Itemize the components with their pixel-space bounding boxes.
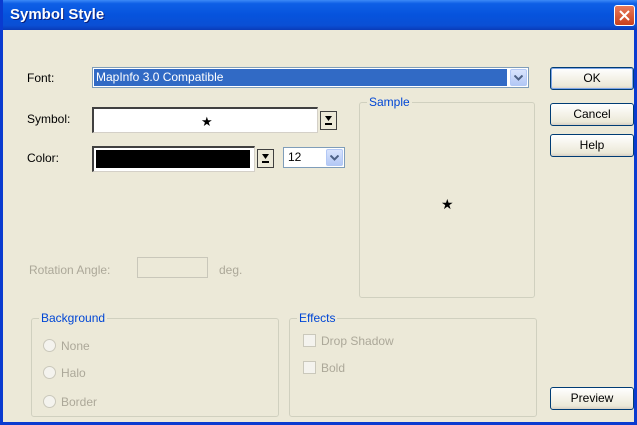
symbol-preview: ★ [201,114,213,129]
ok-button[interactable]: OK [550,67,634,90]
effects-label: Effects [297,311,338,325]
bold-checkbox[interactable] [303,361,316,374]
dialog-title: Symbol Style [10,6,105,23]
radio-halo-label: Halo [61,366,86,380]
rotation-angle-input[interactable] [137,257,208,278]
chevron-down-icon [514,75,523,81]
font-label: Font: [27,71,55,85]
symbol-picker[interactable]: ★ [92,107,318,133]
title-bar[interactable]: Symbol Style [3,0,637,30]
preview-button[interactable]: Preview [550,387,634,410]
radio-border-label: Border [61,395,98,409]
dropdown-arrow-icon [325,116,332,125]
symbol-dropdown-button[interactable] [320,111,337,130]
size-dropdown-arrow[interactable] [326,149,343,166]
chevron-down-icon [330,155,339,161]
font-dropdown-arrow[interactable] [510,69,527,86]
radio-none-label: None [61,339,90,353]
symbol-label: Symbol: [27,112,71,126]
sample-label: Sample [367,95,412,109]
help-button[interactable]: Help [550,134,634,157]
background-label: Background [39,311,108,325]
radio-none[interactable] [43,339,56,352]
drop-shadow-label: Drop Shadow [321,334,394,348]
size-value: 12 [288,150,302,164]
bold-label: Bold [321,361,346,375]
drop-shadow-checkbox[interactable] [303,334,316,347]
radio-halo[interactable] [43,366,56,379]
color-swatch [96,150,250,168]
font-selected-value: MapInfo 3.0 Compatible [94,69,507,86]
close-button[interactable] [614,5,635,26]
sample-symbol: ★ [441,196,454,212]
dropdown-arrow-icon [262,154,269,163]
rotation-unit-label: deg. [219,263,243,277]
color-picker[interactable] [92,146,255,172]
font-dropdown[interactable]: MapInfo 3.0 Compatible [92,67,529,88]
rotation-angle-label: Rotation Angle: [29,263,111,277]
symbol-style-dialog: Symbol Style Font: MapInfo 3.0 Compatibl… [0,0,637,425]
color-dropdown-button[interactable] [257,149,274,168]
radio-border[interactable] [43,395,56,408]
color-label: Color: [27,151,60,165]
cancel-button[interactable]: Cancel [550,103,634,126]
size-dropdown[interactable]: 12 [283,147,345,168]
close-icon [619,10,630,21]
